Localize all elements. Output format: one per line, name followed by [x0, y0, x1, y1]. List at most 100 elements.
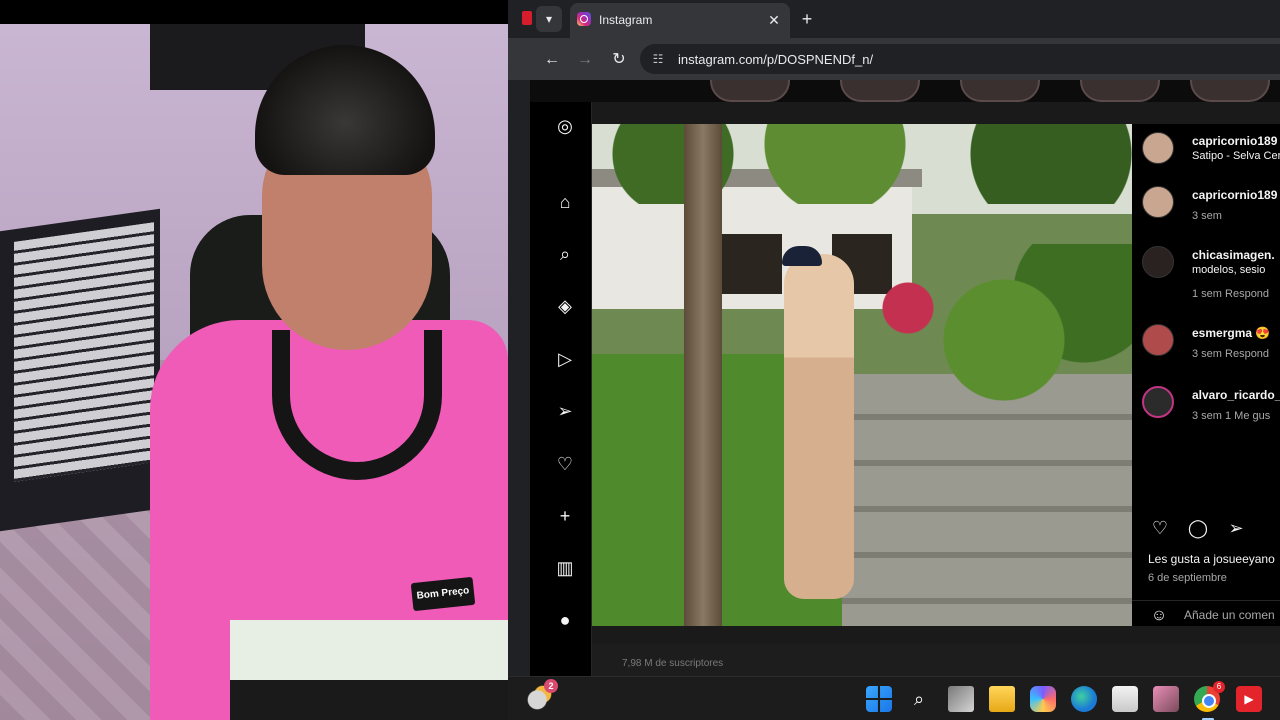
- comment-user[interactable]: alvaro_ricardo_: [1192, 388, 1280, 402]
- screen-recorder-icon[interactable]: ▶: [1236, 686, 1262, 712]
- tab-strip-indicator: [522, 11, 532, 25]
- photo-canopy: [592, 124, 1132, 204]
- instagram-page: ◎ ⌂ ⌕ ◈ ▷ ➢ ♡ + ▥ ● capricornio189 Satip…: [530, 80, 1280, 676]
- windows-start-icon[interactable]: [866, 686, 892, 712]
- close-icon[interactable]: ✕: [764, 10, 784, 30]
- comment-text: modelos, sesio: [1192, 264, 1266, 276]
- photo-tree-trunk: [684, 124, 722, 626]
- list-item: chicasimagen. modelos, sesio 1 sem Respo…: [1142, 246, 1280, 302]
- reload-button[interactable]: ↻: [607, 48, 631, 72]
- arrow-left-icon: ←: [544, 51, 560, 68]
- explore-icon[interactable]: ◈: [553, 294, 577, 318]
- photo-window: [722, 234, 782, 294]
- comments-panel: capricornio189 Satipo - Selva Cer capric…: [1132, 124, 1280, 626]
- create-plus-icon[interactable]: +: [553, 504, 577, 528]
- back-button[interactable]: ←: [540, 48, 564, 72]
- photo-plants: [812, 244, 1132, 404]
- story-avatar[interactable]: [710, 80, 790, 102]
- home-icon[interactable]: ⌂: [553, 190, 577, 214]
- story-avatar[interactable]: [1190, 80, 1270, 102]
- list-item: capricornio189 3 sem: [1142, 186, 1280, 226]
- comment-meta: 3 sem: [1192, 210, 1222, 222]
- chevron-down-icon: ▾: [545, 12, 553, 26]
- tab-instagram[interactable]: Instagram ✕: [570, 3, 790, 38]
- webcam-piano-keys: [14, 222, 154, 482]
- avatar[interactable]: [1142, 324, 1174, 356]
- post-actions: ♡ ◯ ➢: [1148, 516, 1278, 540]
- arrow-right-icon: →: [577, 51, 593, 68]
- edge-browser-icon[interactable]: [1071, 686, 1097, 712]
- search-icon[interactable]: ⌕: [906, 686, 932, 712]
- list-item: alvaro_ricardo_ 3 sem 1 Me gus: [1142, 386, 1280, 426]
- instagram-sidebar: ◎ ⌂ ⌕ ◈ ▷ ➢ ♡ + ▥ ●: [530, 102, 592, 676]
- emoji-icon[interactable]: ☺: [1148, 605, 1170, 627]
- instagram-logo-icon[interactable]: ◎: [553, 114, 577, 138]
- post-header: capricornio189 Satipo - Selva Cer: [1142, 132, 1280, 166]
- list-item: esmergma 😍 3 sem Respond: [1142, 324, 1280, 364]
- dashboard-icon[interactable]: ▥: [553, 556, 577, 580]
- post-image[interactable]: [592, 124, 1132, 626]
- comment-user[interactable]: esmergma 😍: [1192, 326, 1270, 340]
- stories-row: [680, 80, 1280, 102]
- comment-bubble-icon[interactable]: ◯: [1186, 516, 1210, 540]
- webcam-feed: Bom Preço: [0, 0, 508, 720]
- comment-meta: 3 sem Respond: [1192, 348, 1270, 360]
- comment-user[interactable]: capricornio189: [1192, 188, 1277, 202]
- taskbar: 2 ⌕ 6 ▶: [508, 676, 1280, 720]
- photo-stairs: [842, 374, 1132, 626]
- webcam-shirt-stripe: [230, 620, 508, 680]
- reels-icon[interactable]: ▷: [553, 347, 577, 371]
- avatar[interactable]: [1142, 246, 1174, 278]
- new-tab-button[interactable]: +: [796, 8, 818, 30]
- profile-avatar-icon[interactable]: ●: [553, 608, 577, 632]
- notification-badge: 2: [544, 679, 558, 693]
- post-location[interactable]: Satipo - Selva Cer: [1192, 150, 1280, 162]
- add-comment-field[interactable]: ☺ Añade un comen: [1132, 600, 1280, 626]
- tab-search-button[interactable]: ▾: [536, 6, 562, 32]
- post-author[interactable]: capricornio189: [1192, 134, 1277, 148]
- story-avatar[interactable]: [840, 80, 920, 102]
- comment-placeholder: Añade un comen: [1184, 608, 1275, 622]
- background-page-strip: 7,98 M de suscriptores: [592, 644, 1280, 676]
- comment-user[interactable]: chicasimagen.: [1192, 248, 1275, 262]
- site-info-icon[interactable]: ☷: [650, 51, 666, 67]
- microsoft-store-icon[interactable]: [1112, 686, 1138, 712]
- likes-text[interactable]: Les gusta a josueeyano: [1148, 552, 1275, 566]
- address-bar[interactable]: ☷ instagram.com/p/DOSPNENDf_n/: [640, 44, 1280, 74]
- search-icon[interactable]: ⌕: [553, 242, 577, 266]
- avatar[interactable]: [1142, 386, 1174, 418]
- browser-window: ▾ Instagram ✕ + ← → ↻ ☷ instagram.com/p/…: [508, 0, 1280, 720]
- plus-icon: +: [801, 9, 813, 29]
- tab-title: Instagram: [599, 13, 653, 27]
- webcam-shirt-stripe-dark: [230, 680, 508, 720]
- chrome-icon[interactable]: 6: [1194, 681, 1225, 712]
- avatar[interactable]: [1142, 132, 1174, 164]
- tab-strip: ▾ Instagram ✕ +: [508, 0, 1280, 38]
- share-icon[interactable]: ➢: [1224, 516, 1248, 540]
- story-avatar[interactable]: [1080, 80, 1160, 102]
- forward-button[interactable]: →: [573, 48, 597, 72]
- photos-app-icon[interactable]: [1153, 686, 1179, 712]
- notifications-heart-icon[interactable]: ♡: [553, 452, 577, 476]
- messages-icon[interactable]: ➢: [553, 399, 577, 423]
- copilot-icon[interactable]: [1030, 686, 1056, 712]
- browser-side-strip: [508, 80, 530, 676]
- reload-icon: ↻: [612, 51, 626, 68]
- task-view-icon[interactable]: [948, 686, 974, 712]
- photo-cap: [782, 246, 822, 266]
- weather-widget-icon[interactable]: 2: [526, 679, 558, 711]
- comment-meta: 3 sem 1 Me gus: [1192, 410, 1271, 422]
- photo-person: [784, 254, 854, 599]
- subscribers-text: 7,98 M de suscriptores: [622, 658, 724, 669]
- avatar[interactable]: [1142, 186, 1174, 218]
- like-heart-icon[interactable]: ♡: [1148, 516, 1172, 540]
- webcam-top-bar: [0, 0, 508, 24]
- story-avatar[interactable]: [960, 80, 1040, 102]
- browser-toolbar: ← → ↻ ☷ instagram.com/p/DOSPNENDf_n/: [508, 38, 1280, 80]
- address-url: instagram.com/p/DOSPNENDf_n/: [678, 52, 874, 67]
- notification-badge: 6: [1213, 681, 1225, 693]
- instagram-favicon-icon: [577, 12, 591, 26]
- comment-meta: 1 sem Respond: [1192, 288, 1270, 300]
- post-date: 6 de septiembre: [1148, 572, 1227, 584]
- file-explorer-icon[interactable]: [989, 686, 1015, 712]
